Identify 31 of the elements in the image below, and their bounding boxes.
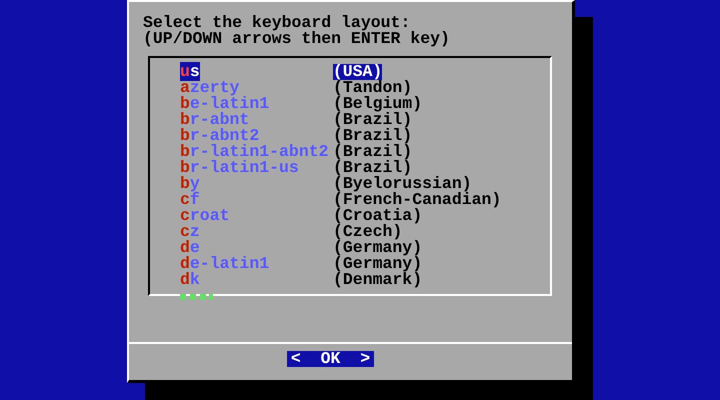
layout-description: (Denmark)	[333, 272, 422, 288]
layout-description: (Byelorussian)	[333, 176, 472, 192]
layout-option[interactable]: azerty	[180, 80, 333, 96]
layout-description: (Germany)	[333, 240, 422, 256]
layout-option[interactable]: br-abnt	[180, 112, 333, 128]
layout-description: (Czech)	[333, 224, 402, 240]
ok-button[interactable]: < OK >	[286, 351, 374, 367]
layout-description: (Brazil)	[333, 144, 412, 160]
layout-option[interactable]: by	[180, 176, 333, 192]
layout-description: (Brazil)	[333, 112, 412, 128]
layout-option[interactable]: de-latin1	[180, 256, 333, 272]
layout-description: (French-Canadian)	[333, 192, 502, 208]
layout-option[interactable]: cf	[180, 192, 333, 208]
layout-option[interactable]: br-latin1-us	[180, 160, 333, 176]
layout-option[interactable]: dk	[180, 272, 333, 288]
layout-description: (Brazil)	[333, 128, 412, 144]
layout-description: (USA)	[332, 64, 382, 80]
layout-description: (Germany)	[333, 256, 422, 272]
layout-option[interactable]: br-latin1-abnt2	[180, 144, 333, 160]
layout-option[interactable]: croat	[180, 208, 333, 224]
layout-description: (Belgium)	[333, 96, 422, 112]
layout-option[interactable]: de	[180, 240, 333, 256]
layout-option[interactable]: br-abnt2	[180, 128, 333, 144]
layout-option[interactable]: be-latin1	[180, 96, 333, 112]
layout-description: (Croatia)	[333, 208, 422, 224]
prompt-text: Select the keyboard layout:	[143, 15, 412, 31]
prompt-text: (UP/DOWN arrows then ENTER key)	[143, 31, 451, 47]
layout-description: (Tandon)	[333, 80, 412, 96]
layout-description: (Brazil)	[333, 160, 412, 176]
layout-option[interactable]: cz	[180, 224, 333, 240]
scroll-down-indicator-icon	[180, 292, 214, 302]
